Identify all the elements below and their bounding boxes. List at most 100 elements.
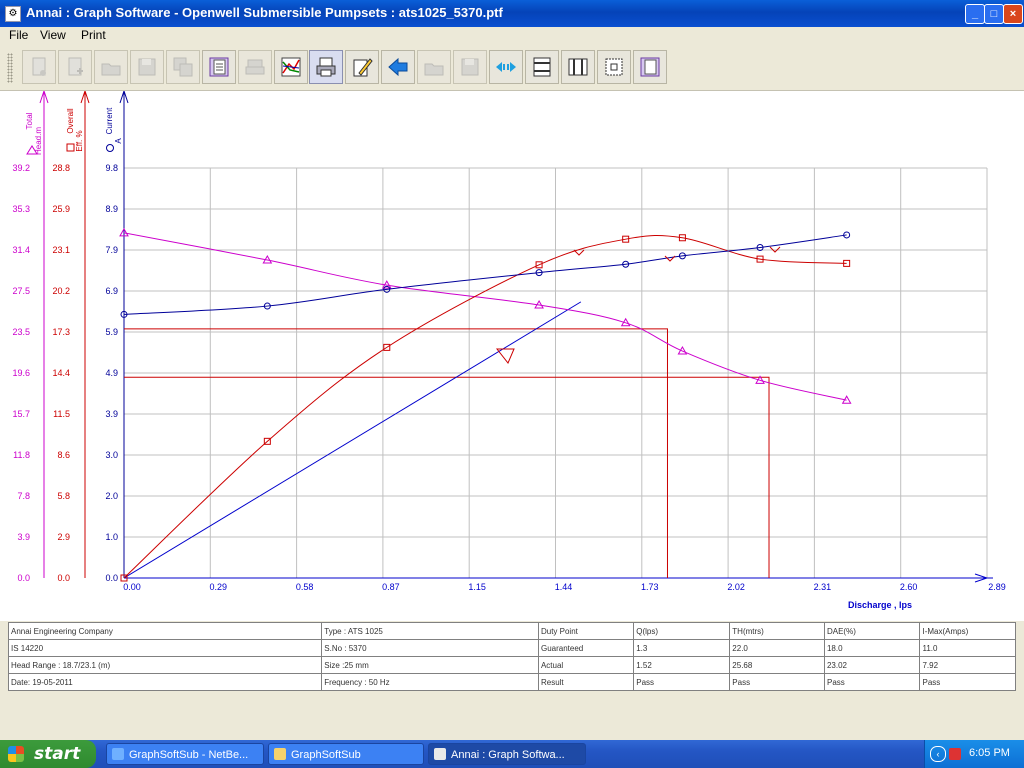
start-button[interactable]: start xyxy=(0,740,96,768)
toolbar-button-edit[interactable] xyxy=(345,50,379,84)
y-tick-label: 23.1 xyxy=(52,245,70,255)
minimize-button[interactable]: _ xyxy=(965,4,985,24)
menu-print[interactable]: Print xyxy=(81,28,106,42)
toolbar-button-page-layout[interactable] xyxy=(202,50,236,84)
y-tick-label: 2.9 xyxy=(57,532,70,542)
info-cell: IS 14220 xyxy=(7,639,323,657)
y-axis-label-part: Current xyxy=(105,107,114,134)
toolbar-button-open-folder-2[interactable] xyxy=(417,50,451,84)
info-cell: Result xyxy=(537,673,635,691)
info-cell: 23.02 xyxy=(823,656,921,674)
toolbar-button-horizontal-lines[interactable] xyxy=(525,50,559,84)
y-tick-label: 23.5 xyxy=(12,327,30,337)
info-cell: Head Range : 18.7/23.1 (m) xyxy=(7,656,323,674)
pump-performance-chart: 0.00 0.29 0.58 0.87 1.15 1.44 1.73 2.02 2.31 2.60… xyxy=(12,91,1006,610)
vertical-lines-icon xyxy=(568,58,588,76)
x-tick-label: 0.00 xyxy=(123,582,141,592)
info-cell: Duty Point xyxy=(537,622,635,640)
toolbar-grip[interactable] xyxy=(7,53,13,83)
info-cell: Size :25 mm xyxy=(321,656,539,674)
toolbar-button-save-all[interactable] xyxy=(166,50,200,84)
y-tick-label: 5.8 xyxy=(57,491,70,501)
x-tick-label: 2.60 xyxy=(900,582,918,592)
taskbar-task-0[interactable]: GraphSoftSub - NetBe... xyxy=(106,743,264,765)
taskbar: start GraphSoftSub - NetBe... GraphSoftSu… xyxy=(0,740,1024,768)
y-tick-label: 25.9 xyxy=(52,204,70,214)
y-tick-label: 11.8 xyxy=(13,450,30,460)
printer-icon xyxy=(316,57,336,77)
y-tick-label: 0.0 xyxy=(57,573,70,583)
toolbar-button-open-folder[interactable] xyxy=(94,50,128,84)
x-tick-label: 0.87 xyxy=(382,582,400,592)
tray-app-icon[interactable] xyxy=(949,748,961,760)
y-tick-label: 0.0 xyxy=(17,573,30,583)
chart-area: 0.00 0.29 0.58 0.87 1.15 1.44 1.73 2.02 2.31 2.60… xyxy=(0,91,1024,621)
close-button[interactable]: × xyxy=(1003,4,1023,24)
y-tick-label: 8.6 xyxy=(57,450,70,460)
info-cell: S.No : 5370 xyxy=(321,639,539,657)
info-cell: Pass xyxy=(633,673,731,691)
info-cell: Pass xyxy=(919,673,1016,691)
horizontal-lines-icon xyxy=(533,57,551,77)
new-document-icon xyxy=(32,57,46,76)
series-line-circle xyxy=(123,234,847,315)
toolbar-button-new-document-add[interactable] xyxy=(58,50,92,84)
info-cell: Type : ATS 1025 xyxy=(321,622,539,640)
taskbar-task-2[interactable]: Annai : Graph Softwa... xyxy=(428,743,586,765)
duty-point-line xyxy=(124,376,770,578)
toolbar-button-save-2[interactable] xyxy=(453,50,487,84)
maximize-button[interactable]: □ xyxy=(984,4,1004,24)
toolbar-button-new-document[interactable] xyxy=(22,50,56,84)
y-tick-label: 3.0 xyxy=(105,450,118,460)
y-axis-label-part: Overall xyxy=(66,108,75,134)
x-tick-label: 1.44 xyxy=(555,582,573,592)
new-document-add-icon xyxy=(68,57,83,76)
folder-icon xyxy=(274,748,286,760)
save-all-icon xyxy=(173,57,193,77)
toolbar-button-vertical-lines[interactable] xyxy=(561,50,595,84)
x-tick-label: 1.15 xyxy=(468,582,486,592)
save-2-icon xyxy=(461,58,479,76)
info-cell: Date: 19-05-2011 xyxy=(7,673,323,691)
toolbar-button-graph[interactable] xyxy=(274,50,308,84)
empty-panel xyxy=(0,692,1024,740)
page-view-icon xyxy=(640,57,660,77)
toolbar-button-page-view[interactable] xyxy=(633,50,667,84)
info-cell: DAE(%) xyxy=(823,622,921,640)
app-icon[interactable]: ⚙ xyxy=(5,6,21,22)
open-folder-icon xyxy=(101,63,121,76)
toolbar-button-expand-horizontal[interactable] xyxy=(489,50,523,84)
menu-file[interactable]: File xyxy=(9,28,28,42)
y-tick-label: 2.0 xyxy=(105,491,118,501)
y-tick-label: 0.0 xyxy=(105,573,118,583)
show-hidden-icons-icon[interactable]: ‹ xyxy=(930,746,946,762)
toolbar-button-printer[interactable] xyxy=(309,50,343,84)
toolbar-button-save[interactable] xyxy=(130,50,164,84)
duty-point-line xyxy=(124,328,668,578)
y-axis-label-part: Total xyxy=(25,112,34,129)
taskbar-task-1[interactable]: GraphSoftSub xyxy=(268,743,424,765)
toolbar-button-print[interactable] xyxy=(238,50,272,84)
x-tick-label: 0.29 xyxy=(210,582,228,592)
y-tick-label: 3.9 xyxy=(17,532,30,542)
efficiency-axis-symbol xyxy=(66,143,75,152)
y-tick-label: 28.8 xyxy=(52,163,70,173)
y-tick-label: 5.9 xyxy=(105,327,118,337)
info-cell: 22.0 xyxy=(729,639,825,657)
print-icon xyxy=(245,59,265,75)
toolbar-button-back-arrow[interactable] xyxy=(381,50,415,84)
app-icon xyxy=(434,748,446,760)
info-row: Date: 19-05-2011 Frequency : 50 Hz Result P… xyxy=(7,673,1016,691)
x-axis-label: Discharge , lps xyxy=(848,600,912,610)
info-row: Head Range : 18.7/23.1 (m) Size :25 mm Act… xyxy=(7,656,1016,674)
info-row: Annai Engineering Company Type : ATS 1025… xyxy=(7,622,1016,640)
taskbar-task-label: GraphSoftSub - NetBe... xyxy=(129,749,249,761)
toolbar-button-frame[interactable] xyxy=(597,50,631,84)
menu-view[interactable]: View xyxy=(40,28,66,42)
menu-bar: File View Print xyxy=(0,27,1024,45)
start-label: start xyxy=(34,744,81,764)
clock: 6:05 PM xyxy=(969,747,1010,759)
info-cell: Annai Engineering Company xyxy=(7,622,323,640)
y-axis-label-part: A xyxy=(114,138,123,144)
y-tick-label: 14.4 xyxy=(52,368,70,378)
